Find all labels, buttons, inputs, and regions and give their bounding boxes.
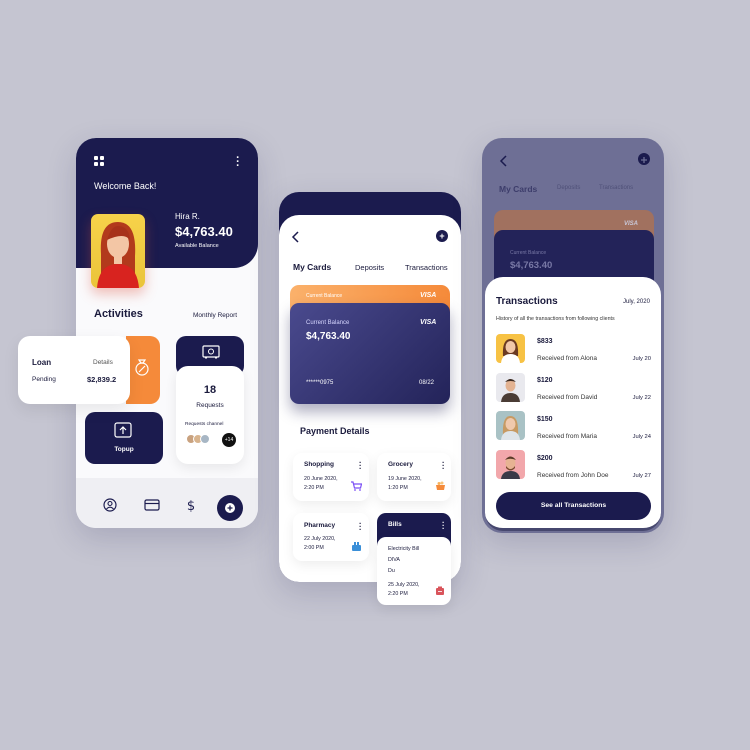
card-balance-amount: $4,763.40 <box>510 260 553 271</box>
more-contacts-badge[interactable]: +14 <box>222 433 236 447</box>
tab-transactions[interactable]: Transactions <box>599 185 633 191</box>
card-number: ******0975 <box>306 380 334 386</box>
avatar <box>496 450 525 479</box>
transaction-date: July 27 <box>632 473 651 479</box>
avatar[interactable] <box>91 214 145 288</box>
add-card-button[interactable]: + <box>436 230 448 242</box>
visa-logo: VISA <box>624 221 639 227</box>
pharmacy-icon <box>352 542 361 551</box>
transaction-amount: $833 <box>537 338 553 345</box>
transaction-from: Received from John Doe <box>537 472 609 479</box>
svg-text:$: $ <box>187 499 195 512</box>
payment-time: 2:00 PM <box>304 545 324 551</box>
avatar <box>496 334 525 363</box>
tab-my-cards[interactable]: My Cards <box>499 184 537 194</box>
requests-count: 18 <box>203 384 217 396</box>
transaction-date: July 22 <box>632 395 651 401</box>
dollar-icon[interactable]: $ <box>184 498 198 512</box>
more-vertical-icon[interactable]: · · · <box>359 520 362 534</box>
requests-label: Requests <box>196 402 224 409</box>
topup-icon <box>114 422 132 438</box>
loan-status: Pending <box>32 376 56 383</box>
cart-icon <box>351 481 362 491</box>
card-expiry: 08/22 <box>419 380 435 386</box>
bill-icon <box>436 586 444 595</box>
loan-amount: $2,839.2 <box>87 375 117 384</box>
phone-home-screen: · · · Welcome Back! Hira R. $4,763.40 Avai… <box>18 138 258 528</box>
card-balance-amount: $4,763.40 <box>306 331 351 342</box>
visa-logo: VISA <box>420 292 437 299</box>
plus-icon <box>641 157 647 163</box>
more-vertical-icon[interactable]: · · · <box>442 519 445 533</box>
grid-menu-icon[interactable] <box>94 156 104 166</box>
see-all-transactions-button[interactable]: See all Transactions <box>496 492 651 520</box>
transaction-amount: $200 <box>537 455 553 462</box>
welcome-text: Welcome Back! <box>94 181 157 191</box>
transaction-date: July 20 <box>632 356 651 362</box>
bills-title: Bills <box>388 521 402 528</box>
back-arrow-icon[interactable] <box>499 155 509 167</box>
bill-date: 25 July 2020, <box>388 582 420 588</box>
card-balance-label: Current Balance <box>306 320 350 326</box>
safe-icon <box>202 345 220 359</box>
payment-date: 20 June 2020, <box>304 476 338 482</box>
loan-title: Loan <box>32 358 52 367</box>
payment-title: Pharmacy <box>304 522 336 529</box>
payment-title: Grocery <box>388 461 413 468</box>
transactions-subtitle: History of all the transactions from fol… <box>496 316 615 322</box>
requests-channel-label: Requests channel <box>185 422 224 427</box>
more-vertical-icon[interactable]: · · · <box>442 459 445 473</box>
add-card-button[interactable] <box>638 153 650 165</box>
tab-transactions[interactable]: Transactions <box>405 263 448 272</box>
transactions-title: Transactions <box>496 296 558 307</box>
payment-date: 19 June 2020, <box>388 476 422 482</box>
add-button[interactable] <box>217 495 243 521</box>
balance-amount: $4,763.40 <box>175 224 233 239</box>
bill-item: Du <box>388 568 395 574</box>
monthly-report-link[interactable]: Monthly Report <box>193 312 237 319</box>
more-vertical-icon[interactable]: · · · <box>236 153 240 172</box>
profile-icon[interactable] <box>103 498 117 512</box>
back-arrow-icon[interactable] <box>291 231 301 243</box>
payment-title: Shopping <box>304 461 334 468</box>
payment-details-title: Payment Details <box>300 426 370 436</box>
user-name: Hira R. <box>175 212 200 221</box>
tab-my-cards[interactable]: My Cards <box>293 262 331 272</box>
transaction-amount: $120 <box>537 377 553 384</box>
card-balance-label: Current Balance <box>510 250 547 256</box>
transaction-amount: $150 <box>537 416 553 423</box>
money-bag-icon <box>135 359 149 376</box>
transaction-from: Received from David <box>537 394 598 401</box>
avatar <box>496 373 525 402</box>
payment-time: 2:20 PM <box>304 485 324 491</box>
bill-item: DIVA <box>388 557 400 563</box>
topup-card[interactable] <box>85 412 163 464</box>
card-icon[interactable] <box>144 498 160 512</box>
tab-deposits[interactable]: Deposits <box>355 263 384 272</box>
activities-title: Activities <box>94 308 143 320</box>
requests-card[interactable] <box>176 366 244 464</box>
back-card-label: Current Balance <box>306 293 343 299</box>
transaction-date: July 24 <box>632 434 651 440</box>
basket-icon <box>436 481 445 490</box>
bill-item: Electricity Bill <box>388 546 420 552</box>
loan-card[interactable] <box>18 336 130 404</box>
plus-icon <box>225 503 235 513</box>
balance-label: Available Balance <box>175 243 219 249</box>
avatar <box>496 411 525 440</box>
topup-label: Topup <box>114 446 134 453</box>
more-vertical-icon[interactable]: · · · <box>359 459 362 473</box>
channel-avatar <box>200 434 210 444</box>
bill-time: 2:20 PM <box>388 591 408 597</box>
transaction-from: Received from Maria <box>537 433 597 440</box>
visa-logo: VISA <box>420 319 437 326</box>
loan-details-link[interactable]: Details <box>93 359 113 366</box>
payment-date: 22 July 2020, <box>304 536 336 542</box>
payment-time: 1:20 PM <box>388 485 408 491</box>
transactions-month: July, 2020 <box>623 299 650 305</box>
tab-deposits[interactable]: Deposits <box>557 185 580 191</box>
transaction-from: Received from Alona <box>537 355 597 362</box>
